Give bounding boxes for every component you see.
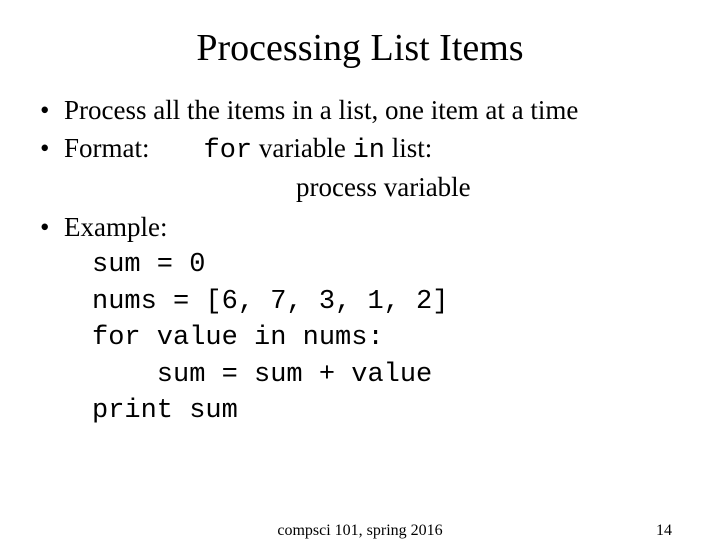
format-mid: variable: [252, 133, 352, 163]
code-block: sum = 0 nums = [6, 7, 3, 1, 2] for value…: [36, 247, 684, 429]
code-line-2: nums = [6, 7, 3, 1, 2]: [92, 287, 448, 317]
bullet-list-2: Example:: [36, 209, 684, 245]
format-line2: process variable: [36, 172, 684, 203]
format-for-keyword: for: [204, 136, 253, 166]
footer-course: compsci 101, spring 2016: [277, 522, 442, 540]
bullet-2: Format: for variable in list:: [36, 130, 684, 169]
code-line-3: for value in nums:: [92, 323, 384, 353]
code-line-1: sum = 0: [92, 250, 205, 280]
format-tail: list:: [385, 133, 432, 163]
slide-title: Processing List Items: [36, 26, 684, 70]
bullet-1: Process all the items in a list, one ite…: [36, 92, 684, 128]
bullet-1-text: Process all the items in a list, one ite…: [64, 95, 578, 125]
bullet-2-label: Format:: [64, 133, 150, 163]
bullet-3: Example:: [36, 209, 684, 245]
code-line-5: print sum: [92, 396, 238, 426]
bullet-list: Process all the items in a list, one ite…: [36, 92, 684, 170]
slide: Processing List Items Process all the it…: [0, 0, 720, 540]
bullet-3-label: Example:: [64, 212, 167, 242]
code-line-4: sum = sum + value: [92, 360, 432, 390]
footer-page-number: 14: [656, 522, 672, 540]
format-in-keyword: in: [353, 136, 385, 166]
